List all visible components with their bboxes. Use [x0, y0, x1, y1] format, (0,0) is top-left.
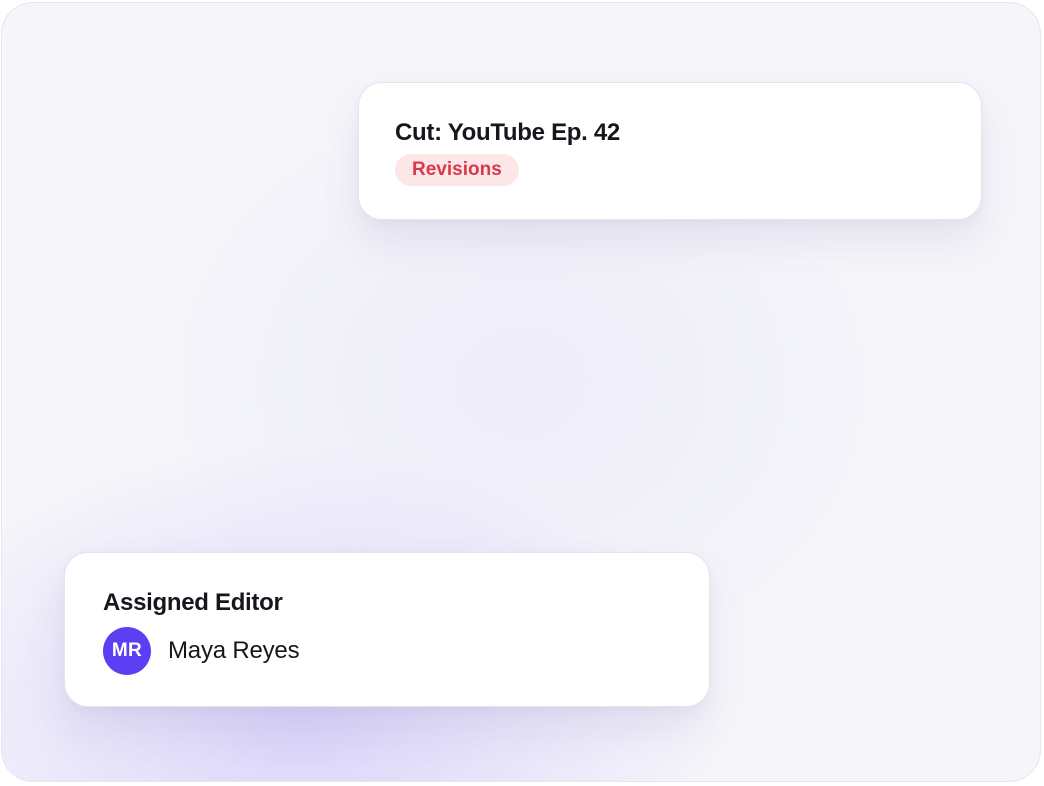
- avatar: MR: [103, 627, 151, 675]
- status-badge: Revisions: [395, 154, 519, 186]
- editor-row: MR Maya Reyes: [103, 627, 671, 675]
- assigned-editor-card[interactable]: Assigned Editor MR Maya Reyes: [64, 552, 710, 707]
- task-card[interactable]: Cut: YouTube Ep. 42 Revisions: [358, 82, 982, 220]
- assigned-editor-heading: Assigned Editor: [103, 589, 283, 616]
- canvas-frame: Cut: YouTube Ep. 42 Revisions Assigned E…: [1, 2, 1041, 782]
- task-title: Cut: YouTube Ep. 42: [395, 119, 620, 146]
- editor-name: Maya Reyes: [168, 637, 300, 664]
